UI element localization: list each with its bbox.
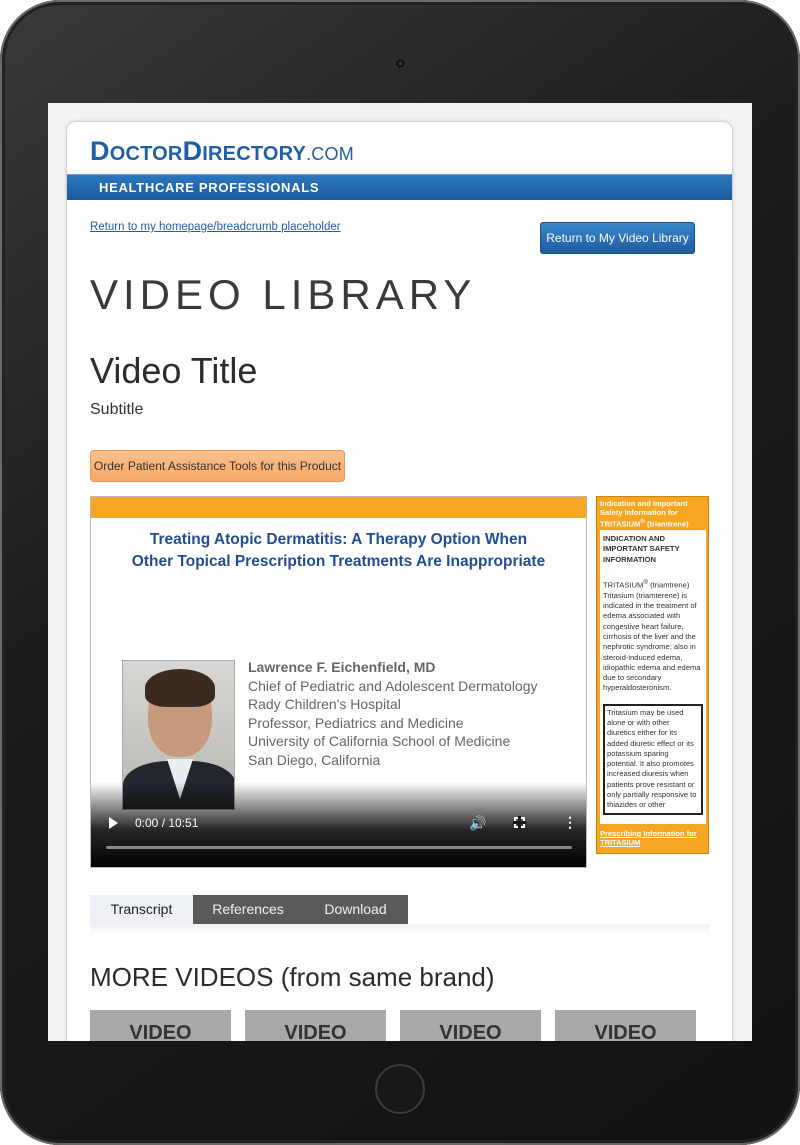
headline-line: Treating Atopic Dermatitis: A Therapy Op…: [149, 531, 528, 548]
speaker-line: Chief of Pediatric and Adolescent Dermat…: [248, 677, 538, 694]
section-title: VIDEO LIBRARY: [90, 271, 477, 318]
content-tabs: Transcript References Download: [90, 895, 408, 924]
volume-icon[interactable]: 🔊: [469, 815, 486, 832]
isi-body-brand: TRITASIUM: [603, 580, 644, 590]
player-top-bar: [91, 497, 586, 518]
video-headline: Treating Atopic Dermatitis: A Therapy Op…: [91, 529, 586, 573]
prescribing-info-link[interactable]: Prescribing Information for TRITASIUM: [600, 829, 697, 847]
more-videos-list: VIDEO VIDEO VIDEO VIDEO: [90, 1010, 696, 1041]
timecode: 0:00 / 10:51: [135, 816, 199, 830]
page-container: DOCTORDIRECTORY.COM HEALTHCARE PROFESSIO…: [66, 121, 733, 1041]
logo-text: OCTOR: [109, 143, 183, 165]
isi-subheading-line: INFORMATION: [603, 554, 657, 564]
home-button[interactable]: [375, 1064, 425, 1114]
isi-body-generic: (triamtrene): [648, 580, 690, 590]
isi-subheading-line: INDICATION AND: [603, 534, 666, 543]
tablet-frame: DOCTORDIRECTORY.COM HEALTHCARE PROFESSIO…: [0, 0, 800, 1145]
speaker-line: Professor, Pediatrics and Medicine: [248, 714, 464, 731]
fullscreen-icon[interactable]: [513, 816, 526, 829]
isi-scroll-body[interactable]: INDICATION AND IMPORTANT SAFETY INFORMAT…: [600, 530, 706, 824]
play-icon[interactable]: [109, 817, 118, 829]
logo-tld: .COM: [306, 144, 354, 164]
speaker-name: Lawrence F. Eichenfield, MD: [248, 659, 436, 675]
video-thumbnail[interactable]: VIDEO: [90, 1010, 231, 1041]
speaker-photo-hair: [145, 669, 215, 707]
site-banner: HEALTHCARE PROFESSIONALS: [67, 174, 732, 200]
speaker-line: University of California School of Medic…: [248, 733, 511, 749]
site-logo[interactable]: DOCTORDIRECTORY.COM: [90, 136, 354, 167]
camera-icon: [394, 57, 407, 70]
tab-references[interactable]: References: [193, 895, 303, 924]
video-thumbnail[interactable]: VIDEO: [245, 1010, 386, 1041]
logo-text: IRECTORY: [202, 143, 307, 165]
isi-indication-brand: TRITASIUM® (triamtrene): [603, 578, 703, 591]
headline-line: Other Topical Prescription Treatments Ar…: [131, 553, 546, 570]
breadcrumb-link[interactable]: Return to my homepage/breadcrumb placeho…: [90, 221, 341, 233]
isi-boxed-text: Tritasium may be used alone or with othe…: [603, 703, 703, 815]
isi-brand: TRITASIUM: [600, 519, 641, 529]
speaker-line: Rady Children's Hospital: [248, 696, 401, 712]
isi-subheading: INDICATION AND IMPORTANT SAFETY INFORMAT…: [603, 534, 703, 565]
tab-transcript[interactable]: Transcript: [90, 895, 193, 924]
video-thumbnail[interactable]: VIDEO: [555, 1010, 696, 1041]
prescribing-link-line: TRITASIUM: [600, 838, 641, 847]
tab-panel: [90, 924, 710, 936]
isi-subheading-line: IMPORTANT SAFETY: [603, 544, 680, 554]
more-videos-heading: MORE VIDEOS (from same brand): [90, 962, 495, 992]
video-title: Video Title: [90, 350, 258, 391]
logo-letter: D: [90, 136, 110, 166]
more-options-icon[interactable]: ⋮: [563, 815, 577, 829]
isi-header: Indication and Important Safety Informat…: [597, 497, 708, 531]
isi-panel: Indication and Important Safety Informat…: [596, 496, 709, 854]
isi-header-line: Safety Information for: [600, 508, 678, 517]
return-to-library-button[interactable]: Return to My Video Library: [540, 222, 695, 254]
speaker-line: San Diego, California: [248, 751, 381, 768]
prescribing-link-line: Prescribing Information for: [600, 829, 697, 838]
order-tools-button[interactable]: Order Patient Assistance Tools for this …: [90, 450, 345, 482]
progress-bar[interactable]: [106, 846, 572, 849]
isi-header-line: TRITASIUM® (triamtrene): [600, 517, 705, 529]
video-thumbnail[interactable]: VIDEO: [400, 1010, 541, 1041]
speaker-info: Lawrence F. Eichenfield, MD Chief of Ped…: [248, 658, 538, 769]
screen: DOCTORDIRECTORY.COM HEALTHCARE PROFESSIO…: [48, 103, 752, 1041]
video-subtitle: Subtitle: [90, 401, 144, 418]
isi-header-line: Indication and Important: [600, 499, 688, 508]
isi-indication-text: Tritasium (triamterene) is indicated in …: [603, 590, 701, 693]
tab-download[interactable]: Download: [303, 895, 408, 924]
isi-generic: (triamtrene): [644, 519, 689, 529]
video-player[interactable]: Treating Atopic Dermatitis: A Therapy Op…: [90, 496, 587, 868]
logo-letter: D: [182, 136, 203, 166]
